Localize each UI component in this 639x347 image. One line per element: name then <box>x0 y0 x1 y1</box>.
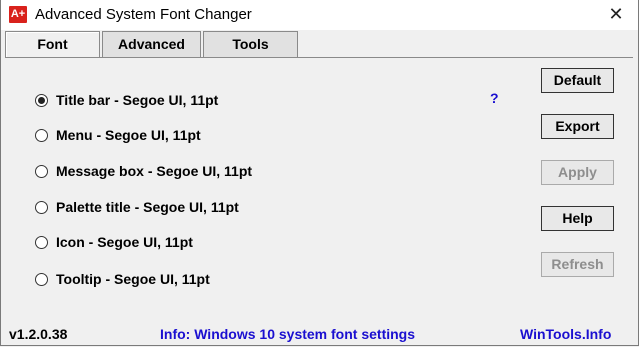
help-button[interactable]: Help <box>541 206 614 231</box>
radio-button[interactable] <box>35 235 48 249</box>
tab-tools[interactable]: Tools <box>203 31 298 58</box>
close-icon[interactable]: ✕ <box>604 3 628 27</box>
help-question-link[interactable]: ? <box>490 90 499 106</box>
radio-button-checked[interactable] <box>35 93 48 107</box>
option-label: Palette title - Segoe UI, 11pt <box>56 199 239 215</box>
option-label: Icon - Segoe UI, 11pt <box>56 234 193 250</box>
tab-divider <box>5 57 633 58</box>
tab-font[interactable]: Font <box>5 31 100 58</box>
app-icon: A+ <box>9 6 27 23</box>
version-label: v1.2.0.38 <box>9 326 68 342</box>
website-link[interactable]: WinTools.Info <box>520 326 611 342</box>
app-window: A+ Advanced System Font Changer ✕ Font A… <box>0 0 639 346</box>
option-title-bar[interactable]: Title bar - Segoe UI, 11pt <box>35 90 218 110</box>
title-bar[interactable]: A+ Advanced System Font Changer ✕ <box>1 0 638 30</box>
refresh-button[interactable]: Refresh <box>541 252 614 277</box>
info-link[interactable]: Info: Windows 10 system font settings <box>160 326 415 342</box>
default-button[interactable]: Default <box>541 68 614 93</box>
option-label: Tooltip - Segoe UI, 11pt <box>56 271 210 287</box>
radio-button[interactable] <box>35 200 48 214</box>
option-palette-title[interactable]: Palette title - Segoe UI, 11pt <box>35 197 239 217</box>
option-tooltip[interactable]: Tooltip - Segoe UI, 11pt <box>35 269 210 289</box>
window-title: Advanced System Font Changer <box>35 6 252 23</box>
tab-advanced[interactable]: Advanced <box>102 31 201 58</box>
export-button[interactable]: Export <box>541 114 614 139</box>
option-menu[interactable]: Menu - Segoe UI, 11pt <box>35 125 201 145</box>
option-message-box[interactable]: Message box - Segoe UI, 11pt <box>35 161 252 181</box>
option-label: Message box - Segoe UI, 11pt <box>56 163 253 179</box>
radio-button[interactable] <box>35 128 48 142</box>
apply-button[interactable]: Apply <box>541 160 614 185</box>
option-icon[interactable]: Icon - Segoe UI, 11pt <box>35 232 193 252</box>
option-label: Title bar - Segoe UI, 11pt <box>56 92 219 108</box>
radio-button[interactable] <box>35 272 48 286</box>
radio-button[interactable] <box>35 164 48 178</box>
option-label: Menu - Segoe UI, 11pt <box>56 127 201 143</box>
